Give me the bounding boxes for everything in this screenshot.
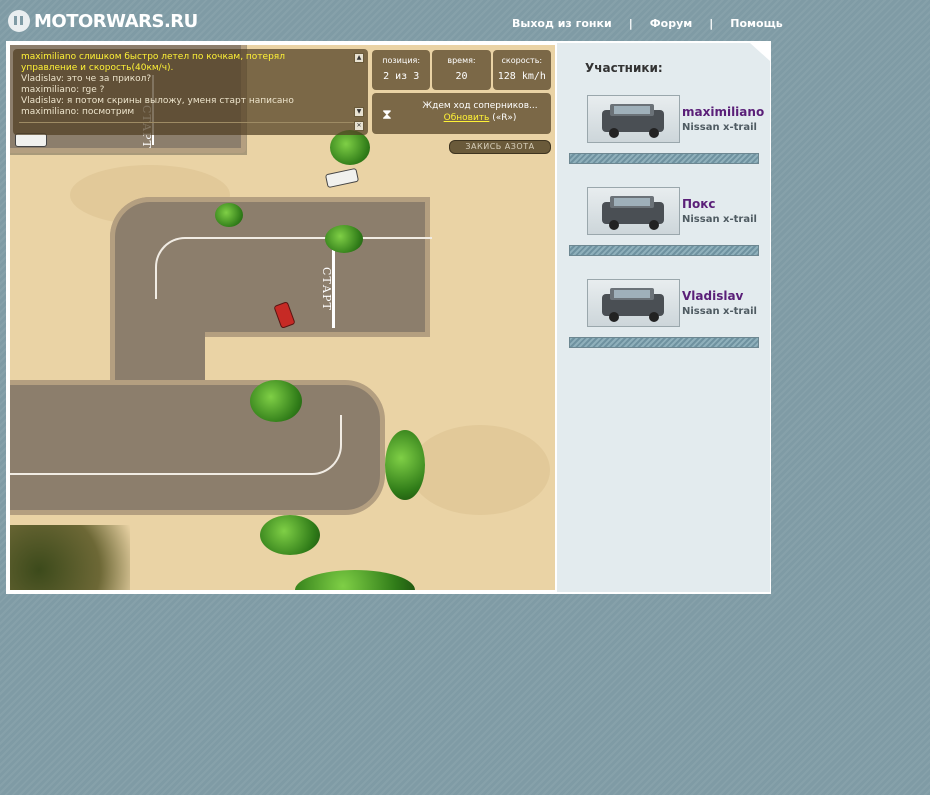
participants-title: Участники: — [585, 61, 663, 75]
site-logo[interactable]: MOTORWARS.RU — [8, 8, 198, 34]
hourglass-icon: ⧗ — [382, 107, 392, 123]
position-value: 2 из 3 — [383, 71, 420, 82]
scroll-up-icon[interactable]: ▲ — [354, 53, 364, 63]
nav-separator: | — [628, 17, 633, 30]
car-image — [587, 187, 680, 235]
participant-name[interactable]: maximiliano — [682, 105, 764, 119]
parked-car — [324, 167, 360, 189]
forum-link[interactable]: Форум — [650, 17, 693, 30]
palm-tree — [330, 130, 370, 165]
top-nav: Выход из гонки | Форум | Помощь — [512, 17, 783, 30]
waiting-text: Ждем ход соперников... — [422, 101, 538, 111]
progress-bar — [569, 153, 759, 164]
refresh-hint: («R») — [492, 113, 517, 123]
shadow-area — [10, 525, 130, 590]
position-stat: позиция: 2 из 3 — [372, 50, 431, 90]
close-chat-icon[interactable]: ✕ — [354, 121, 364, 131]
exit-race-link[interactable]: Выход из гонки — [512, 17, 612, 30]
scroll-down-icon[interactable]: ▼ — [354, 107, 364, 117]
speed-label: скорость: — [501, 56, 543, 65]
speed-stat: скорость: 128 km/h — [492, 50, 551, 90]
sand-texture — [410, 425, 550, 515]
participant-car: Nissan x-trail — [682, 122, 757, 133]
logo-icon — [8, 10, 30, 32]
waiting-text-block: Ждем ход соперников... Обновить («R») — [412, 101, 548, 123]
bush — [295, 570, 415, 590]
bush — [215, 203, 243, 227]
participant-card[interactable]: maximiliano Nissan x-trail — [569, 95, 764, 175]
time-stat: время: 20 — [432, 50, 491, 90]
chat-message: maximiliano: посмотрим — [21, 107, 135, 117]
position-label: позиция: — [382, 56, 421, 65]
refresh-link[interactable]: Обновить — [444, 113, 490, 123]
participant-name[interactable]: Покс — [682, 197, 716, 211]
chat-divider — [19, 122, 354, 123]
palm-tree — [385, 430, 425, 500]
nav-separator: | — [709, 17, 714, 30]
parked-car — [15, 133, 47, 147]
bush — [325, 225, 363, 253]
car-image — [587, 279, 680, 327]
chat-message: Vladislav: это че за прикол? — [21, 74, 152, 84]
chat-message: maximiliano: rge ? — [21, 85, 105, 95]
bush — [250, 380, 302, 422]
progress-bar — [569, 245, 759, 256]
refresh-line: Обновить («R») — [412, 113, 548, 123]
participants-panel: Участники: maximiliano Nissan x-trail По… — [557, 43, 770, 592]
logo-text: MOTORWARS.RU — [34, 10, 198, 32]
chat-box[interactable]: maximiliano слишком быстро летел по кочк… — [13, 49, 368, 135]
participant-car: Nissan x-trail — [682, 306, 757, 317]
speed-value: 128 km/h — [497, 71, 546, 82]
participant-card[interactable]: Vladislav Nissan x-trail — [569, 279, 759, 359]
car-image — [587, 95, 680, 143]
time-value: 20 — [455, 71, 468, 82]
race-stats: позиция: 2 из 3 время: 20 скорость: 128 … — [372, 50, 551, 90]
help-link[interactable]: Помощь — [730, 17, 782, 30]
chat-message: maximiliano слишком быстро летел по кочк… — [21, 52, 288, 73]
race-track-view[interactable]: СТАРТ СТАРТ maximiliano слишком быстро л… — [10, 45, 555, 590]
palm-tree — [260, 515, 320, 555]
track-center-line — [155, 237, 432, 299]
nitro-button[interactable]: ЗАКИСЬ АЗОТА — [449, 140, 551, 154]
participant-car: Nissan x-trail — [682, 214, 757, 225]
chat-message: Vladislav: я потом скрины выложу, уменя … — [21, 96, 294, 106]
progress-bar — [569, 337, 759, 348]
time-label: время: — [447, 56, 476, 65]
track-center-line — [10, 415, 342, 475]
start-label-middle: СТАРТ — [320, 267, 333, 311]
participant-name[interactable]: Vladislav — [682, 289, 743, 303]
participant-card[interactable]: Покс Nissan x-trail — [569, 187, 759, 267]
waiting-panel: ⧗ Ждем ход соперников... Обновить («R») — [372, 93, 551, 134]
